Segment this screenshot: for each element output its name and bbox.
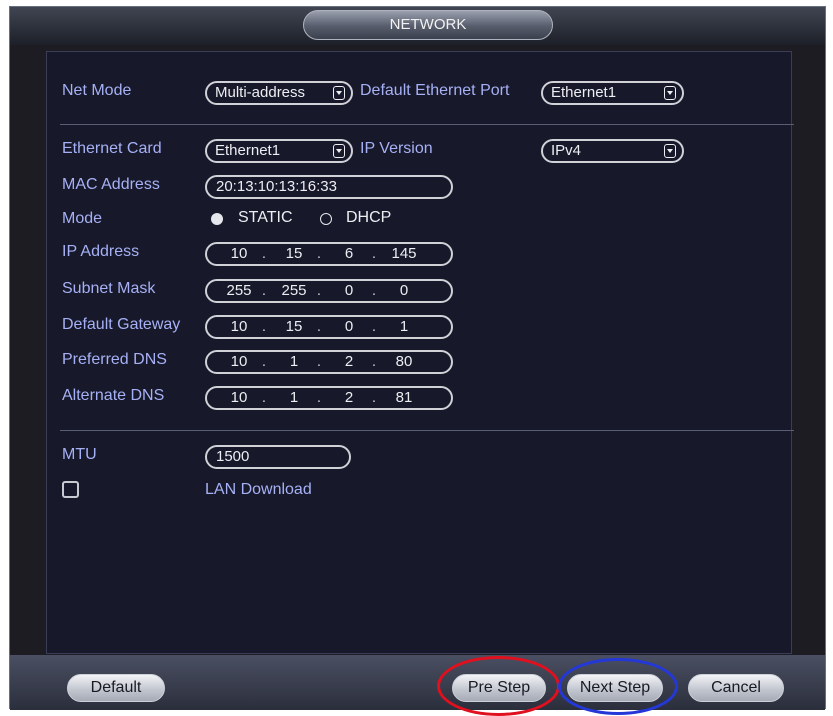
chevron-down-icon: [333, 86, 345, 100]
ip-octet-3[interactable]: 6: [329, 244, 369, 264]
adns-octet-4[interactable]: 81: [384, 388, 424, 408]
next-step-button[interactable]: Next Step: [567, 674, 663, 702]
net-mode-value: Multi-address: [215, 84, 306, 101]
ip-address-field[interactable]: 10 . 15 . 6 . 145: [205, 242, 453, 266]
pre-step-button[interactable]: Pre Step: [452, 674, 546, 702]
lan-download-label: LAN Download: [205, 481, 312, 498]
mtu-label: MTU: [62, 446, 97, 463]
radio-static[interactable]: [211, 213, 223, 225]
mode-label: Mode: [62, 210, 103, 227]
section-divider: [60, 124, 794, 125]
ip-octet-1[interactable]: 10: [219, 244, 259, 264]
mtu-input[interactable]: 1500: [205, 445, 351, 469]
net-mode-label: Net Mode: [62, 82, 132, 99]
pdns-octet-2[interactable]: 1: [274, 352, 314, 372]
chevron-down-icon: [664, 86, 676, 100]
default-ethernet-port-value: Ethernet1: [551, 84, 617, 101]
radio-dhcp[interactable]: [320, 213, 332, 225]
radio-static-label: STATIC: [238, 209, 293, 226]
default-gateway-label: Default Gateway: [62, 316, 181, 333]
gateway-octet-4[interactable]: 1: [384, 317, 424, 337]
preferred-dns-label: Preferred DNS: [62, 351, 167, 368]
subnet-octet-3[interactable]: 0: [329, 281, 369, 301]
subnet-octet-2[interactable]: 255: [274, 281, 314, 301]
alternate-dns-field[interactable]: 10 . 1 . 2 . 81: [205, 386, 453, 410]
gateway-octet-2[interactable]: 15: [274, 317, 314, 337]
default-ethernet-port-select[interactable]: Ethernet1: [541, 81, 684, 105]
radio-dhcp-label: DHCP: [346, 209, 392, 226]
ip-octet-2[interactable]: 15: [274, 244, 314, 264]
lan-download-checkbox[interactable]: [62, 481, 79, 498]
ip-version-select[interactable]: IPv4: [541, 139, 684, 163]
subnet-octet-4[interactable]: 0: [384, 281, 424, 301]
ip-address-label: IP Address: [62, 243, 140, 260]
adns-octet-1[interactable]: 10: [219, 388, 259, 408]
subnet-octet-1[interactable]: 255: [219, 281, 259, 301]
gateway-octet-1[interactable]: 10: [219, 317, 259, 337]
ethernet-card-select[interactable]: Ethernet1: [205, 139, 353, 163]
pdns-octet-1[interactable]: 10: [219, 352, 259, 372]
pdns-octet-3[interactable]: 2: [329, 352, 369, 372]
mtu-value: 1500: [216, 448, 250, 465]
ethernet-card-value: Ethernet1: [215, 142, 281, 159]
adns-octet-3[interactable]: 2: [329, 388, 369, 408]
pdns-octet-4[interactable]: 80: [384, 352, 424, 372]
subnet-mask-label: Subnet Mask: [62, 280, 156, 297]
default-gateway-field[interactable]: 10 . 15 . 0 . 1: [205, 315, 453, 339]
adns-octet-2[interactable]: 1: [274, 388, 314, 408]
mac-address-label: MAC Address: [62, 176, 160, 193]
section-divider: [60, 430, 794, 431]
ethernet-card-label: Ethernet Card: [62, 140, 162, 157]
preferred-dns-field[interactable]: 10 . 1 . 2 . 80: [205, 350, 453, 374]
ip-version-label: IP Version: [360, 140, 433, 157]
mac-address-value: 20:13:10:13:16:33: [216, 178, 337, 195]
ip-octet-4[interactable]: 145: [384, 244, 424, 264]
subnet-mask-field[interactable]: 255 . 255 . 0 . 0: [205, 279, 453, 303]
chevron-down-icon: [333, 144, 345, 158]
default-button[interactable]: Default: [67, 674, 165, 702]
net-mode-select[interactable]: Multi-address: [205, 81, 353, 105]
dialog-title: NETWORK: [303, 10, 553, 40]
mac-address-field: 20:13:10:13:16:33: [205, 175, 453, 199]
alternate-dns-label: Alternate DNS: [62, 387, 165, 404]
gateway-octet-3[interactable]: 0: [329, 317, 369, 337]
default-ethernet-port-label: Default Ethernet Port: [360, 82, 510, 99]
cancel-button[interactable]: Cancel: [688, 674, 784, 702]
ip-version-value: IPv4: [551, 142, 582, 159]
chevron-down-icon: [664, 144, 676, 158]
title-bar: NETWORK: [10, 7, 825, 45]
